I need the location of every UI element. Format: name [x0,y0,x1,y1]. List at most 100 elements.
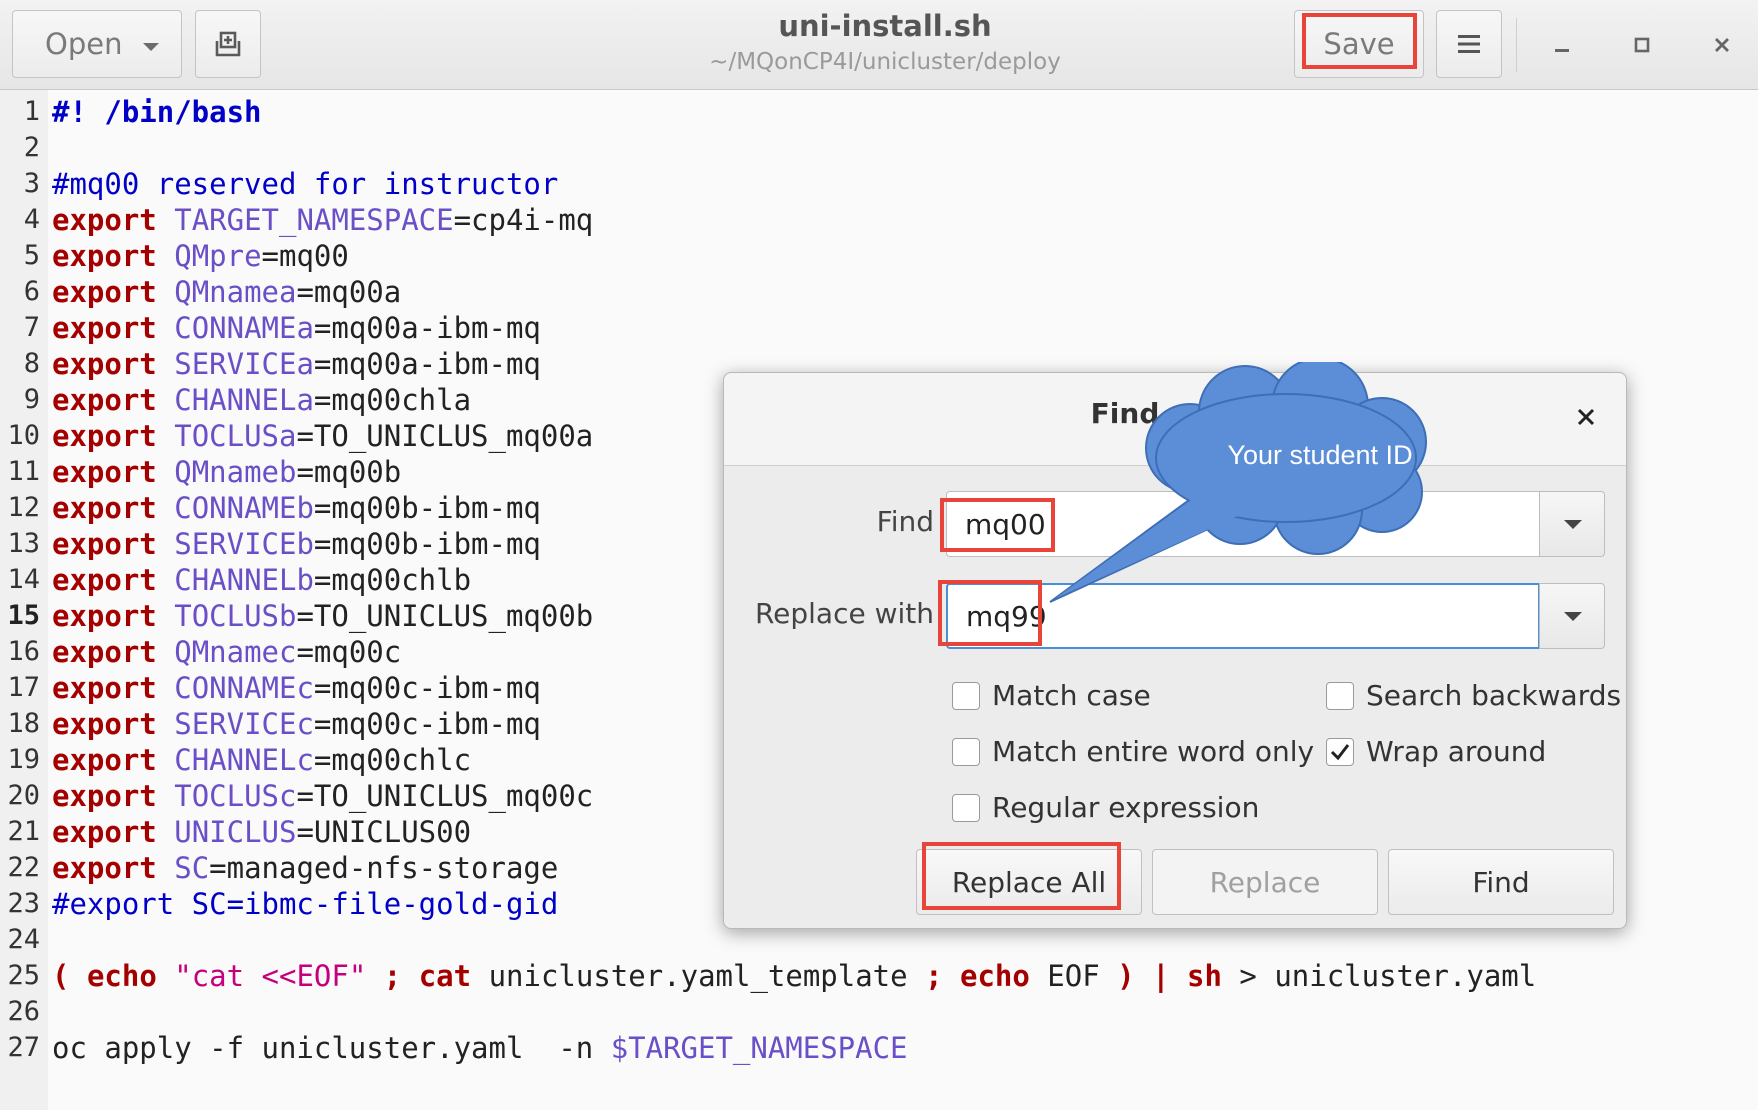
chevron-down-icon [1564,612,1582,621]
code-line[interactable]: 25 ( echo "cat <<EOF" ; cat unicluster.ya… [0,958,1758,994]
search-backwards-checkbox[interactable]: Search backwards [1326,679,1621,712]
wrap-around-label: Wrap around [1366,735,1547,768]
save-button[interactable]: Save [1294,10,1424,78]
new-document-button[interactable] [195,10,261,78]
line-number: 5 [23,240,40,271]
code-token: $TARGET_NAMESPACE [610,1031,908,1065]
code-text: #! /bin/bash [52,94,262,130]
maximize-button[interactable] [1617,20,1667,70]
code-token: QMpre [174,239,262,273]
replace-all-button[interactable]: Replace All [916,849,1142,915]
code-text: #export SC=ibmc-file-gold-gid [52,886,558,922]
line-number: 8 [23,348,40,379]
code-text: export TOCLUSa=TO_UNICLUS_mq00a [52,418,593,454]
match-case-checkbox[interactable]: Match case [952,679,1151,712]
line-number: 23 [7,888,40,919]
code-token: export [52,527,157,561]
code-line[interactable]: 27 oc apply -f unicluster.yaml -n $TARGET… [0,1030,1758,1066]
chevron-down-icon [143,43,159,51]
code-token: "cat <<EOF" [174,959,367,993]
wrap-around-checkbox[interactable]: Wrap around [1326,735,1546,768]
code-token: CHANNELb [174,563,314,597]
code-text: ( echo "cat <<EOF" ; cat unicluster.yaml… [52,958,1536,994]
code-line[interactable]: 7 export CONNAMEa=mq00a-ibm-mq [0,310,1758,346]
code-token: sh [1187,959,1222,993]
code-token: echo [86,959,157,993]
code-token: export [52,851,157,885]
replace-history-dropdown[interactable] [1539,583,1605,649]
find-history-dropdown[interactable] [1539,491,1605,557]
line-number: 18 [7,708,40,739]
code-line[interactable]: 26 [0,994,1758,1030]
code-token: ) [1117,959,1135,993]
code-token: EOF [1029,959,1118,993]
code-token: export [52,635,157,669]
code-token: =mq00chla [313,383,472,417]
code-token: CHANNELc [174,743,314,777]
checkbox-box [952,737,980,766]
line-number: 11 [7,456,40,487]
line-number: 15 [7,600,40,631]
code-token: export [52,671,157,705]
hamburger-icon [1458,35,1480,53]
code-token: =mq00b [296,455,402,489]
code-token: QMnameb [174,455,297,489]
code-token: =TO_UNICLUS_mq00b [296,599,594,633]
code-token: ; [383,959,402,993]
window-title: uni-install.sh [778,9,992,43]
code-line[interactable]: 4 export TARGET_NAMESPACE=cp4i-mq [0,202,1758,238]
line-number: 27 [7,1032,40,1063]
code-token: export [52,563,157,597]
close-icon [1715,38,1729,52]
window-path: ~/MQonCP4I/unicluster/deploy [709,49,1061,75]
code-token: cat [418,959,472,993]
line-number: 16 [7,636,40,667]
window-close-button[interactable] [1697,20,1747,70]
minimize-button[interactable] [1537,20,1587,70]
code-line[interactable]: 3 #mq00 reserved for instructor [0,166,1758,202]
regular-expression-label: Regular expression [992,791,1260,824]
match-entire-word-checkbox[interactable]: Match entire word only [952,735,1314,768]
line-number: 25 [7,960,40,991]
code-token: QMnamec [174,635,297,669]
code-text: export SERVICEa=mq00a-ibm-mq [52,346,541,382]
code-token: CONNAMEc [174,671,314,705]
find-button[interactable]: Find [1388,849,1614,915]
code-line[interactable]: 1 #! /bin/bash [0,94,1758,130]
chevron-down-icon [1564,520,1582,529]
open-button[interactable]: Open [12,10,182,78]
code-token: export [52,491,157,525]
regular-expression-checkbox[interactable]: Regular expression [952,791,1259,824]
code-token: =mq00a-ibm-mq [313,347,541,381]
hamburger-menu-button[interactable] [1436,10,1502,78]
code-token: =mq00b-ibm-mq [313,527,541,561]
line-number: 26 [7,996,40,1027]
dialog-close-button[interactable] [1568,399,1604,435]
replace-button[interactable]: Replace [1152,849,1378,915]
code-line[interactable]: 5 export QMpre=mq00 [0,238,1758,274]
search-backwards-label: Search backwards [1366,679,1622,712]
code-token: export [52,743,157,777]
line-number: 6 [23,276,40,307]
code-line[interactable]: 2 [0,130,1758,166]
line-number: 14 [7,564,40,595]
code-token: #mq00 reserved for instructor [52,167,559,201]
code-token: export [52,347,157,381]
code-line[interactable]: 6 export QMnamea=mq00a [0,274,1758,310]
code-text: oc apply -f unicluster.yaml -n $TARGET_N… [52,1030,908,1066]
code-text: export CHANNELb=mq00chlb [52,562,471,598]
line-number: 12 [7,492,40,523]
save-button-label: Save [1323,27,1395,61]
code-token: =TO_UNICLUS_mq00a [296,419,594,453]
callout-text: Your student ID [1227,440,1413,470]
